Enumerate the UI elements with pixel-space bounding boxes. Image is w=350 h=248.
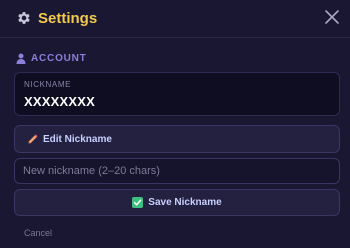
account-section-title: ACCOUNT <box>31 52 87 64</box>
gear-icon <box>18 12 30 24</box>
settings-header: Settings <box>0 0 350 38</box>
settings-panel: Settings ACCOUNT NICKNAME XXXXXXXX Edit … <box>0 0 350 248</box>
account-section-label: ACCOUNT <box>16 52 87 64</box>
user-icon <box>16 53 26 64</box>
edit-nickname-button[interactable]: Edit Nickname <box>14 125 340 153</box>
page-title: Settings <box>38 10 98 27</box>
edit-nickname-label: Edit Nickname <box>43 133 112 145</box>
pencil-icon <box>27 133 38 144</box>
new-nickname-input[interactable] <box>14 158 340 184</box>
check-icon <box>132 197 144 208</box>
nickname-display-card: NICKNAME XXXXXXXX <box>14 72 340 116</box>
close-icon[interactable] <box>324 9 340 25</box>
cancel-link[interactable]: Cancel <box>24 228 52 238</box>
save-nickname-label: Save Nickname <box>148 197 222 208</box>
nickname-value: XXXXXXXX <box>24 94 95 109</box>
save-nickname-button[interactable]: Save Nickname <box>14 189 340 216</box>
nickname-label: NICKNAME <box>24 80 72 89</box>
